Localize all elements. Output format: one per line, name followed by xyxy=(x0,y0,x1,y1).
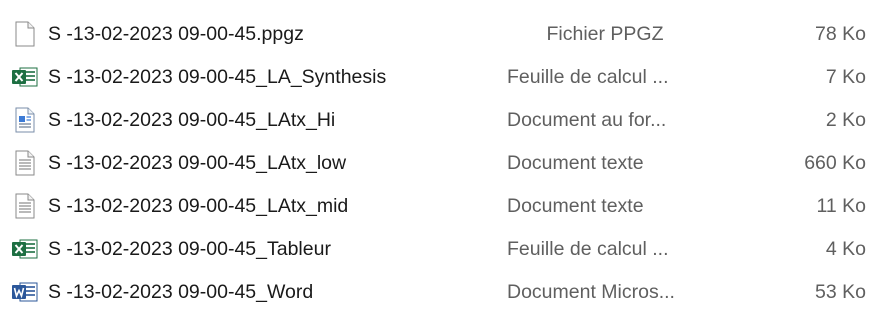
excel-file-icon xyxy=(11,63,39,91)
rtf-file-icon xyxy=(11,106,39,134)
text-file-icon xyxy=(11,149,39,177)
file-row[interactable]: S -13-02-2023 09-00-45_LAtx_low Document… xyxy=(0,143,880,186)
file-size: 53 Ko xyxy=(815,281,866,303)
file-row[interactable]: S -13-02-2023 09-00-45_Tableur Feuille d… xyxy=(0,229,880,272)
file-type: Feuille de calcul ... xyxy=(507,238,669,260)
file-row[interactable]: S -13-02-2023 09-00-45_Word Document Mic… xyxy=(0,272,880,315)
file-name: S -13-02-2023 09-00-45_Tableur xyxy=(48,238,331,260)
excel-file-icon xyxy=(11,235,39,263)
file-size: 660 Ko xyxy=(804,152,866,174)
file-type: Document texte xyxy=(507,152,644,174)
file-name: S -13-02-2023 09-00-45_LA_Synthesis xyxy=(48,66,387,88)
file-type: Document Micros... xyxy=(507,281,675,303)
file-size: 11 Ko xyxy=(816,195,866,217)
text-file-icon xyxy=(11,192,39,220)
file-row[interactable]: S -13-02-2023 09-00-45.ppgz Fichier PPGZ… xyxy=(0,14,880,57)
file-size: 4 Ko xyxy=(825,238,866,260)
file-size: 7 Ko xyxy=(825,66,866,88)
file-row[interactable]: S -13-02-2023 09-00-45_LA_Synthesis Feui… xyxy=(0,57,880,100)
file-type: Fichier PPGZ xyxy=(546,23,664,45)
blank-file-icon xyxy=(11,20,39,48)
file-type: Document texte xyxy=(507,195,644,217)
word-file-icon xyxy=(11,278,39,306)
file-row[interactable]: S -13-02-2023 09-00-45_LAtx_Hi Document … xyxy=(0,100,880,143)
file-list: S -13-02-2023 09-00-45.ppgz Fichier PPGZ… xyxy=(0,14,880,315)
file-type: Feuille de calcul ... xyxy=(507,66,669,88)
file-name: S -13-02-2023 09-00-45_LAtx_mid xyxy=(48,195,349,217)
file-name: S -13-02-2023 09-00-45_Word xyxy=(48,281,314,303)
file-size: 2 Ko xyxy=(825,109,866,131)
file-size: 78 Ko xyxy=(815,23,866,45)
file-name: S -13-02-2023 09-00-45_LAtx_low xyxy=(48,152,347,174)
file-row[interactable]: S -13-02-2023 09-00-45_LAtx_mid Document… xyxy=(0,186,880,229)
file-type: Document au for... xyxy=(507,109,667,131)
file-name: S -13-02-2023 09-00-45_LAtx_Hi xyxy=(48,109,336,131)
file-name: S -13-02-2023 09-00-45.ppgz xyxy=(48,23,304,45)
